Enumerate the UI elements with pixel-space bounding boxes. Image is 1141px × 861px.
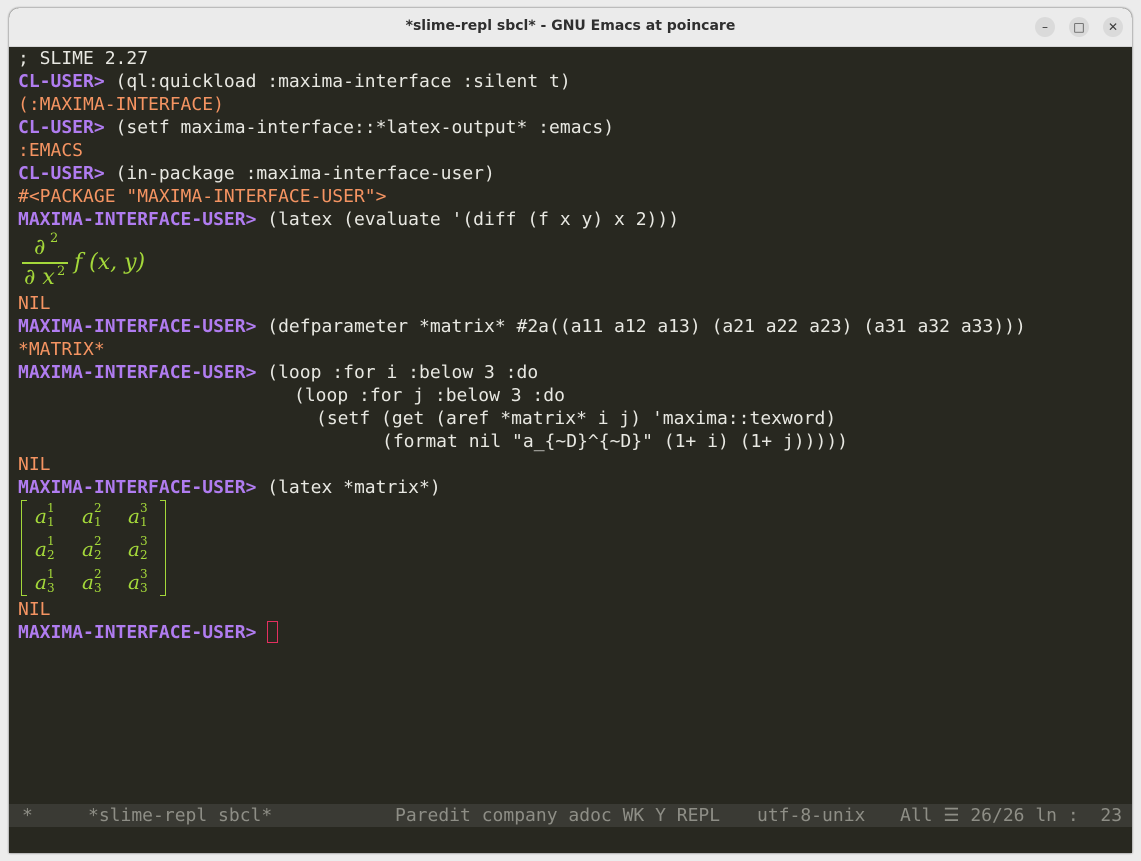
denominator-exponent: 2 <box>57 264 66 279</box>
matrix-entry-base: a <box>128 504 140 528</box>
repl-prompt: MAXIMA-INTERFACE-USER> <box>18 316 257 337</box>
title-bar[interactable]: *slime-repl sbcl* - GNU Emacs at poincar… <box>9 8 1132 47</box>
repl-line: MAXIMA-INTERFACE-USER> (defparameter *ma… <box>18 315 1026 338</box>
matrix-entry-superscript: 1 <box>47 534 55 548</box>
matrix-entry: a31 <box>128 501 158 530</box>
latex-matrix: a11a21a31a12a22a32a13a23a33 <box>20 498 170 598</box>
latex-derivative: ∂ 2 ∂ x 2 f (x, y) <box>20 231 180 293</box>
repl-prompt: CL-USER> <box>18 71 105 92</box>
repl-line: CL-USER> (in-package :maxima-interface-u… <box>18 162 495 185</box>
repl-prompt: CL-USER> <box>18 117 105 138</box>
modified-indicator: * <box>22 805 33 826</box>
repl-input-continuation: (format nil "a_{~D}^{~D}" (1+ i) (1+ j))… <box>382 431 848 452</box>
slime-banner: ; SLIME 2.27 <box>18 48 149 69</box>
minor-modes[interactable]: Paredit company adoc WK Y REPL <box>395 804 720 827</box>
matrix-entry-superscript: 1 <box>47 567 55 581</box>
repl-output: NIL <box>18 293 51 314</box>
matrix-entry-superscript: 3 <box>140 567 148 581</box>
matrix-entry-base: a <box>128 537 140 561</box>
repl-line: MAXIMA-INTERFACE-USER> (latex *matrix*) <box>18 476 441 499</box>
matrix-entry: a13 <box>35 567 65 596</box>
repl-buffer[interactable]: ; SLIME 2.27 CL-USER> (ql:quickload :max… <box>18 47 1128 804</box>
repl-line: CL-USER> (ql:quickload :maxima-interface… <box>18 70 571 93</box>
matrix-entry-base: a <box>82 570 94 594</box>
matrix-entry-superscript: 2 <box>94 567 102 581</box>
matrix-entry-subscript: 3 <box>140 581 148 595</box>
matrix-entry-superscript: 3 <box>140 534 148 548</box>
matrix-entry-subscript: 2 <box>140 548 148 562</box>
numerator: ∂ <box>34 235 46 260</box>
repl-input: (defparameter *matrix* #2a((a11 a12 a13)… <box>256 316 1026 337</box>
matrix-entry-superscript: 2 <box>94 501 102 515</box>
repl-input: (in-package :maxima-interface-user) <box>104 163 495 184</box>
buffer-name[interactable]: *slime-repl sbcl* <box>88 804 272 827</box>
emacs-window: *slime-repl sbcl* - GNU Emacs at poincar… <box>9 8 1132 853</box>
repl-output: *MATRIX* <box>18 339 105 360</box>
matrix-entry-subscript: 3 <box>47 581 55 595</box>
matrix-entry-superscript: 3 <box>140 501 148 515</box>
repl-input: (setf maxima-interface::*latex-output* :… <box>104 117 615 138</box>
maximize-button[interactable]: □ <box>1069 17 1089 37</box>
repl-input: (ql:quickload :maxima-interface :silent … <box>104 71 571 92</box>
right-bracket <box>160 500 166 596</box>
text-cursor[interactable] <box>267 621 279 643</box>
position-indicator: All ☰ 26/26 ln : 23 <box>900 805 1123 826</box>
repl-line: MAXIMA-INTERFACE-USER> (loop :for i :bel… <box>18 361 538 384</box>
matrix-entry-subscript: 2 <box>47 548 55 562</box>
matrix-entry-base: a <box>82 504 94 528</box>
repl-input-continuation: (setf (get (aref *matrix* i j) 'maxima::… <box>316 408 837 429</box>
repl-output: #<PACKAGE "MAXIMA-INTERFACE-USER"> <box>18 186 387 207</box>
matrix-entry-base: a <box>35 537 47 561</box>
close-button[interactable]: ✕ <box>1103 17 1123 37</box>
numerator-exponent: 2 <box>50 231 59 246</box>
matrix-entry-subscript: 3 <box>94 581 102 595</box>
repl-input: (latex *matrix*) <box>256 477 441 498</box>
matrix-entry-subscript: 2 <box>94 548 102 562</box>
matrix-entry: a12 <box>35 534 65 563</box>
matrix-entry: a33 <box>128 567 158 596</box>
repl-output: (:MAXIMA-INTERFACE) <box>18 94 224 115</box>
matrix-entry-subscript: 1 <box>94 515 102 529</box>
repl-output: NIL <box>18 454 51 475</box>
matrix-entry-subscript: 1 <box>47 515 55 529</box>
repl-output: :EMACS <box>18 140 84 161</box>
repl-line: MAXIMA-INTERFACE-USER> (latex (evaluate … <box>18 208 679 231</box>
repl-input-continuation: (loop :for j :below 3 :do <box>294 385 565 406</box>
matrix-entry: a23 <box>82 567 112 596</box>
repl-line[interactable]: MAXIMA-INTERFACE-USER> <box>18 621 279 644</box>
matrix-entry: a21 <box>82 501 112 530</box>
matrix-entry: a32 <box>128 534 158 563</box>
matrix-entry-superscript: 2 <box>94 534 102 548</box>
matrix-entry-base: a <box>82 537 94 561</box>
minimize-button[interactable]: – <box>1035 17 1055 37</box>
minibuffer[interactable] <box>9 827 1132 853</box>
matrix-entry-base: a <box>35 570 47 594</box>
function-expression: f (x, y) <box>74 250 146 275</box>
matrix-entry-superscript: 1 <box>47 501 55 515</box>
matrix-entry: a11 <box>35 501 65 530</box>
repl-prompt: CL-USER> <box>18 163 105 184</box>
matrix-entry-base: a <box>128 570 140 594</box>
window-title: *slime-repl sbcl* - GNU Emacs at poincar… <box>405 18 736 34</box>
matrix-entry-subscript: 1 <box>140 515 148 529</box>
matrix-entry-base: a <box>35 504 47 528</box>
repl-prompt: MAXIMA-INTERFACE-USER> <box>18 622 257 643</box>
repl-input: (loop :for i :below 3 :do <box>256 362 539 383</box>
repl-line: CL-USER> (setf maxima-interface::*latex-… <box>18 116 614 139</box>
mode-line[interactable]: * *slime-repl sbcl* Paredit company adoc… <box>9 804 1132 827</box>
matrix-entry: a22 <box>82 534 112 563</box>
repl-output: NIL <box>18 599 51 620</box>
repl-prompt: MAXIMA-INTERFACE-USER> <box>18 362 257 383</box>
left-bracket <box>21 500 27 596</box>
repl-prompt: MAXIMA-INTERFACE-USER> <box>18 209 257 230</box>
repl-prompt: MAXIMA-INTERFACE-USER> <box>18 477 257 498</box>
denominator: ∂ x <box>24 265 55 290</box>
repl-input: (latex (evaluate '(diff (f x y) x 2))) <box>256 209 680 230</box>
encoding-indicator[interactable]: utf-8-unix <box>757 804 865 827</box>
